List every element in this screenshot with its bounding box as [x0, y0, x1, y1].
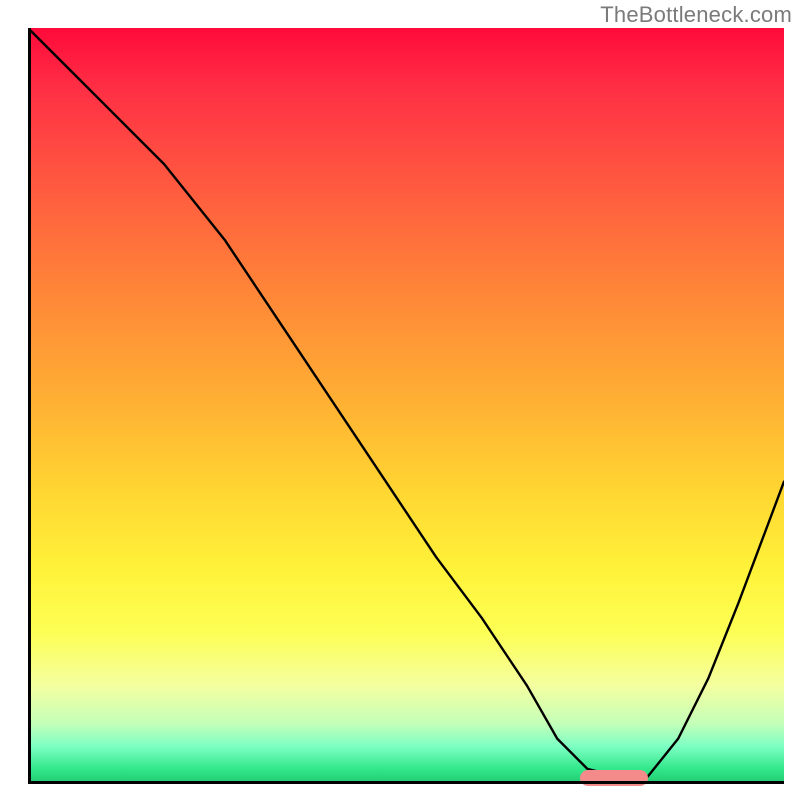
- chart-container: TheBottleneck.com: [0, 0, 800, 800]
- x-axis-line: [28, 781, 784, 784]
- plot-area: [28, 28, 784, 784]
- curve-path: [28, 28, 784, 776]
- watermark-text: TheBottleneck.com: [600, 2, 792, 28]
- bottleneck-curve: [28, 28, 784, 784]
- y-axis-line: [28, 28, 31, 784]
